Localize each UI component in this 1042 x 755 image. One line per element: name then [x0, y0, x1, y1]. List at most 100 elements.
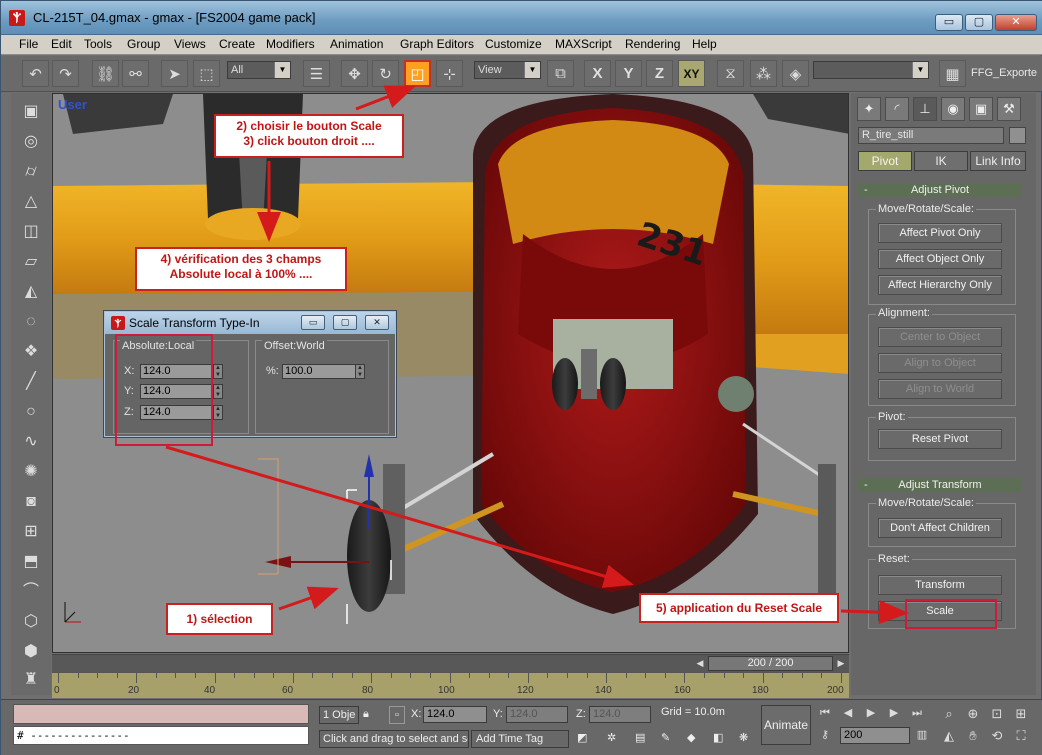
align-button[interactable]: ◈: [782, 60, 809, 87]
next-key-icon[interactable]: ▶: [885, 705, 903, 722]
dialog-maximize-button[interactable]: ▢: [333, 315, 357, 330]
render-tool-button[interactable]: ♜: [19, 669, 43, 691]
material-tool-button[interactable]: ⬢: [19, 641, 43, 663]
offset-percent-field[interactable]: 100.0: [282, 363, 356, 379]
affect-object-only-button[interactable]: Affect Object Only: [878, 249, 1002, 269]
key-icon[interactable]: ⚷: [816, 727, 834, 744]
selection-region-button[interactable]: ⬚: [193, 60, 220, 87]
next-frame-arrow-icon[interactable]: ▶: [833, 656, 849, 671]
reference-coordinate-dropdown[interactable]: View ▼: [474, 61, 541, 79]
menu-tools[interactable]: Tools: [84, 37, 112, 51]
maxscript-listener-output[interactable]: [13, 704, 309, 724]
previous-frame-arrow-icon[interactable]: ◀: [692, 656, 708, 671]
helper-tool-button[interactable]: ⊞: [19, 521, 43, 543]
zoom-extents-icon[interactable]: ⊡: [987, 705, 1007, 723]
key-mode-icon[interactable]: ◆: [687, 730, 695, 748]
add-time-tag-button[interactable]: Add Time Tag: [471, 730, 569, 748]
maximize-viewport-icon[interactable]: ⛶: [1011, 727, 1031, 745]
display-tab[interactable]: ▣: [969, 97, 993, 121]
menu-group[interactable]: Group: [127, 37, 160, 51]
restrict-x-button[interactable]: X: [584, 60, 611, 87]
bend-tool-button[interactable]: ⌒: [19, 581, 43, 603]
absolute-mode-icon[interactable]: ▫: [389, 706, 405, 724]
menu-customize[interactable]: Customize: [485, 37, 542, 51]
track-icon[interactable]: ◧: [713, 730, 723, 748]
pivot-mode-button[interactable]: Pivot: [858, 151, 912, 171]
current-frame-field[interactable]: 200: [840, 727, 910, 744]
minimize-button[interactable]: ▭: [935, 14, 963, 31]
time-slider-handle[interactable]: 200 / 200: [708, 656, 833, 671]
lock-selection-icon[interactable]: 🔒︎: [363, 706, 369, 724]
affect-pivot-only-button[interactable]: Affect Pivot Only: [878, 223, 1002, 243]
select-object-button[interactable]: ➤: [161, 60, 188, 87]
go-to-end-icon[interactable]: ⏭: [908, 705, 926, 722]
menu-edit[interactable]: Edit: [51, 37, 72, 51]
use-center-button[interactable]: ⧉: [547, 60, 574, 87]
undo-button[interactable]: ↶: [22, 60, 49, 87]
link-info-mode-button[interactable]: Link Info: [970, 151, 1026, 171]
menu-maxscript[interactable]: MAXScript: [555, 37, 612, 51]
restrict-xy-button[interactable]: XY: [678, 60, 705, 87]
dialog-close-button[interactable]: ✕: [365, 315, 389, 330]
camera-tool-button[interactable]: ◙: [19, 491, 43, 513]
zoom-all-icon[interactable]: ⊕: [963, 705, 983, 723]
scale-z-spinner[interactable]: ▲ ▼: [214, 404, 223, 420]
select-and-rotate-button[interactable]: ↻: [372, 60, 399, 87]
select-and-move-button[interactable]: ✥: [341, 60, 368, 87]
array-button[interactable]: ⁂: [750, 60, 777, 87]
restrict-y-button[interactable]: Y: [615, 60, 642, 87]
mirror-button[interactable]: ⧖: [717, 60, 744, 87]
plane-tool-button[interactable]: ▱: [19, 251, 43, 273]
named-selection-dropdown[interactable]: ▼: [813, 61, 929, 79]
previous-key-icon[interactable]: ◀: [839, 705, 857, 722]
extrude-tool-button[interactable]: ⬒: [19, 551, 43, 573]
selection-filter-dropdown[interactable]: All ▼: [227, 61, 291, 79]
modify-tab[interactable]: ◜: [885, 97, 909, 121]
spinner-snap-icon[interactable]: ✎: [661, 730, 670, 748]
use-pivot-button[interactable]: ⊹: [436, 60, 463, 87]
scale-x-spinner[interactable]: ▲ ▼: [214, 363, 223, 379]
maxscript-listener-input[interactable]: # ---------------: [13, 726, 309, 745]
cylinder-tool-button[interactable]: ⌭: [19, 161, 43, 183]
menu-create[interactable]: Create: [219, 37, 255, 51]
scale-y-spinner[interactable]: ▲ ▼: [214, 383, 223, 399]
menu-animation[interactable]: Animation: [330, 37, 383, 51]
ik-mode-button[interactable]: IK: [914, 151, 968, 171]
adjust-transform-rollout[interactable]: - Adjust Transform: [858, 478, 1022, 492]
menu-graph-editors[interactable]: Graph Editors: [400, 37, 474, 51]
close-button[interactable]: ✕: [995, 14, 1037, 31]
motion-tab[interactable]: ◉: [941, 97, 965, 121]
redo-button[interactable]: ↷: [52, 60, 79, 87]
menu-help[interactable]: Help: [692, 37, 717, 51]
go-to-start-icon[interactable]: ⏮: [816, 705, 834, 722]
align-to-object-button[interactable]: Align to Object: [878, 353, 1002, 373]
play-icon[interactable]: ▶: [862, 705, 880, 722]
cone-tool-button[interactable]: △: [19, 191, 43, 213]
reset-pivot-button[interactable]: Reset Pivot: [878, 429, 1002, 449]
restrict-z-button[interactable]: Z: [646, 60, 673, 87]
status-y-field[interactable]: 124.0: [506, 706, 568, 723]
menu-modifiers[interactable]: Modifiers: [266, 37, 315, 51]
reset-transform-button[interactable]: Transform: [878, 575, 1002, 595]
circle-tool-button[interactable]: ○: [19, 401, 43, 423]
select-by-name-button[interactable]: ☰: [303, 60, 330, 87]
maximize-button[interactable]: ▢: [965, 14, 993, 31]
track-bar[interactable]: 0 20 40 60 80 100 120 140 160 180 200: [52, 672, 849, 698]
scale-dialog-titlebar[interactable]: Ⲯ Scale Transform Type-In ▭ ▢ ✕: [105, 312, 395, 334]
edit-mesh-tool-button[interactable]: ⬡: [19, 611, 43, 633]
status-z-field[interactable]: 124.0: [589, 706, 651, 723]
unlink-button[interactable]: ⚯: [122, 60, 149, 87]
menu-file[interactable]: File: [19, 37, 38, 51]
object-color-swatch[interactable]: [1009, 127, 1026, 144]
create-tab[interactable]: ✦: [857, 97, 881, 121]
zoom-extents-all-icon[interactable]: ⊞: [1011, 705, 1031, 723]
object-name-field[interactable]: R_tire_still: [858, 127, 1004, 144]
pyramid-tool-button[interactable]: ◭: [19, 281, 43, 303]
adjust-pivot-rollout[interactable]: - Adjust Pivot: [858, 183, 1022, 197]
menu-rendering[interactable]: Rendering: [625, 37, 680, 51]
center-to-object-button[interactable]: Center to Object: [878, 327, 1002, 347]
box-tool-button[interactable]: ▣: [19, 101, 43, 123]
time-config-icon[interactable]: ▥: [913, 727, 931, 744]
exporter-button[interactable]: ▦: [939, 60, 966, 87]
pan-icon[interactable]: ✋︎: [963, 727, 983, 745]
